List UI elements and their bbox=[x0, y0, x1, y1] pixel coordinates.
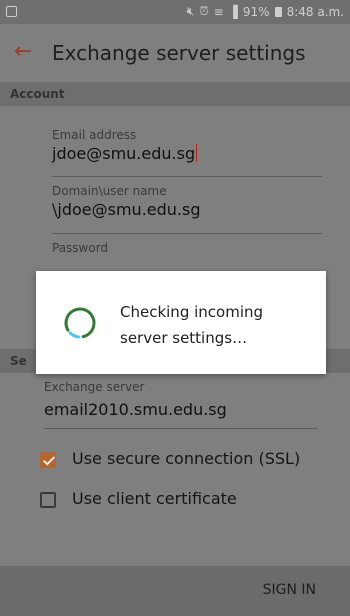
alarm-icon: ⏰︎ bbox=[199, 4, 209, 18]
signal-icon: ▐ bbox=[228, 4, 238, 19]
client-certificate-label[interactable]: Use client certificate bbox=[72, 489, 237, 508]
password-label: Password bbox=[52, 241, 109, 255]
text-cursor bbox=[196, 144, 198, 162]
sign-in-button[interactable]: SIGN IN bbox=[263, 582, 316, 598]
exchange-server-field[interactable]: email2010.smu.edu.sg bbox=[44, 400, 227, 419]
domain-field[interactable]: \jdoe@smu.edu.sg bbox=[52, 200, 201, 219]
ssl-label[interactable]: Use secure connection (SSL) bbox=[72, 449, 300, 468]
gallery-icon bbox=[6, 6, 17, 17]
section-title-partial: Se bbox=[10, 354, 27, 368]
wifi-icon: ≡ bbox=[213, 4, 224, 19]
progress-dialog: Checking incoming server settings… bbox=[36, 271, 326, 374]
battery-percent: 91% bbox=[242, 4, 270, 19]
domain-value: \jdoe@smu.edu.sg bbox=[52, 200, 201, 219]
page-title: Exchange server settings bbox=[52, 41, 306, 65]
email-field[interactable]: jdoe@smu.edu.sg bbox=[52, 144, 198, 163]
exchange-underline bbox=[44, 428, 317, 429]
client-certificate-checkbox[interactable] bbox=[40, 492, 56, 508]
dialog-message: Checking incoming server settings… bbox=[120, 303, 264, 347]
section-header-account: Account bbox=[0, 82, 350, 106]
domain-label: Domain\user name bbox=[52, 184, 167, 198]
section-title: Account bbox=[10, 87, 65, 101]
bottom-bar: SIGN IN bbox=[0, 566, 350, 616]
ssl-checkbox[interactable] bbox=[40, 452, 56, 468]
exchange-server-value: email2010.smu.edu.sg bbox=[44, 400, 227, 419]
spinner-icon bbox=[64, 307, 96, 339]
email-label: Email address bbox=[52, 128, 137, 142]
battery-icon bbox=[274, 6, 282, 17]
email-underline bbox=[52, 176, 322, 177]
domain-underline bbox=[52, 233, 322, 234]
status-bar: 🔇︎ ⏰︎ ≡ ▐ 91% 8:48 a.m. bbox=[0, 0, 350, 24]
app-bar: ← Exchange server settings bbox=[0, 24, 350, 82]
arrow-left-icon[interactable]: ← bbox=[14, 40, 32, 64]
email-value: jdoe@smu.edu.sg bbox=[52, 144, 196, 163]
clock: 8:48 a.m. bbox=[286, 4, 344, 19]
mute-icon: 🔇︎ bbox=[186, 4, 195, 18]
status-right: 🔇︎ ⏰︎ ≡ ▐ 91% 8:48 a.m. bbox=[187, 4, 344, 19]
exchange-server-label: Exchange server bbox=[44, 380, 145, 394]
